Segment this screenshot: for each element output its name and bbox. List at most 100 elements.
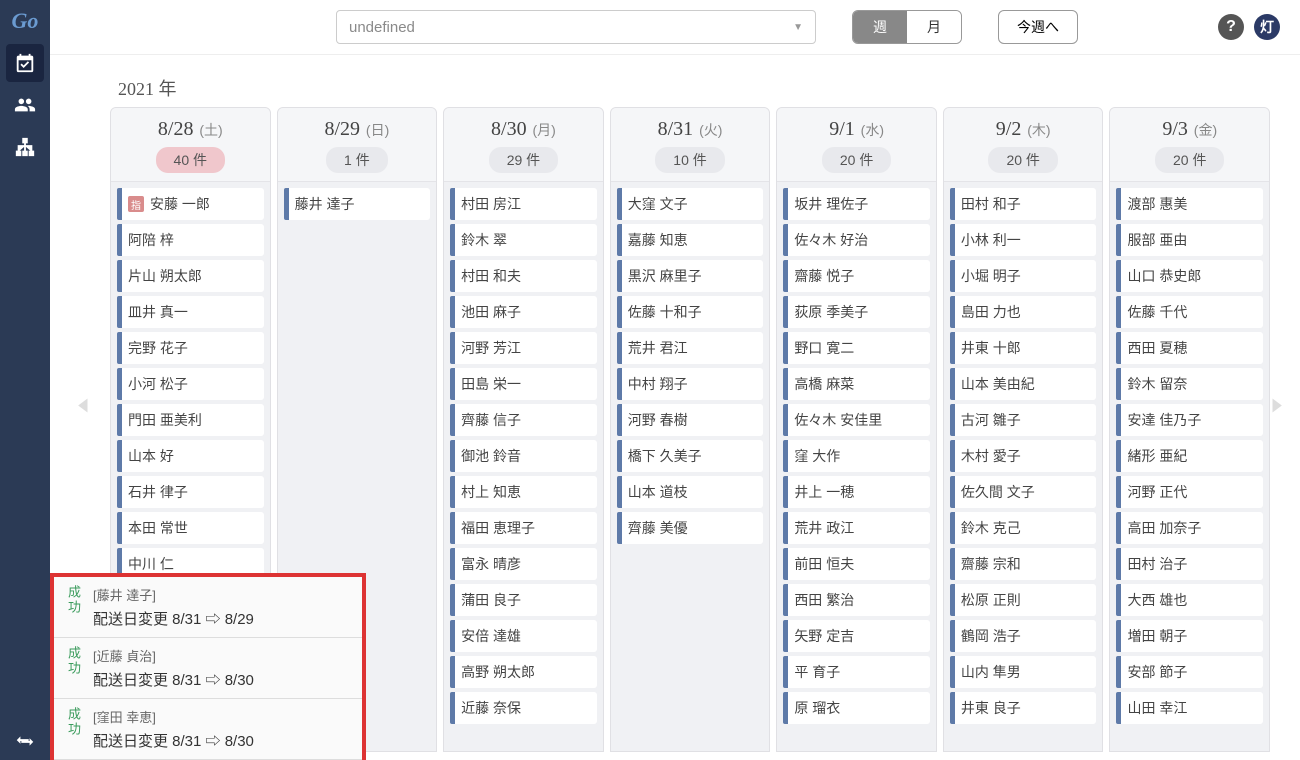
list-item[interactable]: 山口 恭史郎: [1116, 260, 1263, 292]
list-item[interactable]: 小河 松子: [117, 368, 264, 400]
help-icon[interactable]: ?: [1218, 14, 1244, 40]
list-item[interactable]: 阿陪 梓: [117, 224, 264, 256]
list-item[interactable]: 皿井 真一: [117, 296, 264, 328]
nav-swap[interactable]: [6, 722, 44, 760]
list-item[interactable]: 大窪 文子: [617, 188, 764, 220]
list-item[interactable]: 齋藤 悦子: [783, 260, 930, 292]
list-item[interactable]: 原 瑠衣: [783, 692, 930, 724]
list-item[interactable]: 田島 栄一: [450, 368, 597, 400]
list-item[interactable]: 池田 麻子: [450, 296, 597, 328]
list-item[interactable]: 平 育子: [783, 656, 930, 688]
day-count-badge: 20 件: [1155, 147, 1224, 173]
list-item[interactable]: 福田 恵理子: [450, 512, 597, 544]
list-item[interactable]: 佐々木 安佳里: [783, 404, 930, 436]
entry-bar: [617, 332, 622, 364]
filter-dropdown[interactable]: undefined ▼: [336, 10, 816, 44]
list-item[interactable]: 蒲田 良子: [450, 584, 597, 616]
list-item[interactable]: 山本 美由紀: [950, 368, 1097, 400]
list-item[interactable]: 小林 利一: [950, 224, 1097, 256]
list-item[interactable]: 安達 佳乃子: [1116, 404, 1263, 436]
list-item[interactable]: 安倍 達雄: [450, 620, 597, 652]
list-item[interactable]: 村上 知恵: [450, 476, 597, 508]
list-item[interactable]: 御池 鈴音: [450, 440, 597, 472]
list-item[interactable]: 村田 房江: [450, 188, 597, 220]
list-item[interactable]: 安部 節子: [1116, 656, 1263, 688]
list-item[interactable]: 井東 十郎: [950, 332, 1097, 364]
list-item[interactable]: 大西 雄也: [1116, 584, 1263, 616]
list-item[interactable]: 山本 道枝: [617, 476, 764, 508]
list-item[interactable]: 井上 一穂: [783, 476, 930, 508]
list-item[interactable]: 佐藤 十和子: [617, 296, 764, 328]
toast[interactable]: 成功[窪田 幸恵]配送日変更 8/31 ⇨ 8/30: [54, 699, 362, 760]
list-item[interactable]: 齊藤 美優: [617, 512, 764, 544]
entry-name: 佐々木 安佳里: [794, 410, 882, 430]
list-item[interactable]: 佐々木 好治: [783, 224, 930, 256]
list-item[interactable]: 片山 朔太郎: [117, 260, 264, 292]
list-item[interactable]: 河野 正代: [1116, 476, 1263, 508]
list-item[interactable]: 完野 花子: [117, 332, 264, 364]
list-item[interactable]: 坂井 理佐子: [783, 188, 930, 220]
nav-calendar[interactable]: [6, 44, 44, 82]
topbar: undefined ▼ 週 月 今週へ ? 灯: [50, 0, 1300, 55]
list-item[interactable]: 荻原 季美子: [783, 296, 930, 328]
list-item[interactable]: 鈴木 翠: [450, 224, 597, 256]
list-item[interactable]: 松原 正則: [950, 584, 1097, 616]
list-item[interactable]: 田村 治子: [1116, 548, 1263, 580]
list-item[interactable]: 高田 加奈子: [1116, 512, 1263, 544]
entry-bar: [117, 296, 122, 328]
list-item[interactable]: 河野 芳江: [450, 332, 597, 364]
list-item[interactable]: 鈴木 克己: [950, 512, 1097, 544]
list-item[interactable]: 齋藤 宗和: [950, 548, 1097, 580]
list-item[interactable]: 富永 晴彦: [450, 548, 597, 580]
toggle-week[interactable]: 週: [853, 11, 907, 43]
list-item[interactable]: 鈴木 留奈: [1116, 368, 1263, 400]
list-item[interactable]: 近藤 奈保: [450, 692, 597, 724]
list-item[interactable]: 山田 幸江: [1116, 692, 1263, 724]
list-item[interactable]: 西田 夏穂: [1116, 332, 1263, 364]
toast[interactable]: 成功[近藤 貞治]配送日変更 8/31 ⇨ 8/30: [54, 638, 362, 699]
list-item[interactable]: 西田 繁治: [783, 584, 930, 616]
list-item[interactable]: 渡部 惠美: [1116, 188, 1263, 220]
list-item[interactable]: 高橋 麻菜: [783, 368, 930, 400]
list-item[interactable]: 高野 朔太郎: [450, 656, 597, 688]
toast[interactable]: 成功[藤井 達子]配送日変更 8/31 ⇨ 8/29: [54, 577, 362, 638]
list-item[interactable]: 齊藤 信子: [450, 404, 597, 436]
list-item[interactable]: 前田 恒夫: [783, 548, 930, 580]
list-item[interactable]: 荒井 政江: [783, 512, 930, 544]
list-item[interactable]: 橋下 久美子: [617, 440, 764, 472]
nav-hierarchy[interactable]: [6, 128, 44, 166]
list-item[interactable]: 山内 隼男: [950, 656, 1097, 688]
list-item[interactable]: 佐久間 文子: [950, 476, 1097, 508]
list-item[interactable]: 嘉藤 知恵: [617, 224, 764, 256]
list-item[interactable]: 矢野 定吉: [783, 620, 930, 652]
list-item[interactable]: 小堀 明子: [950, 260, 1097, 292]
list-item[interactable]: 井東 良子: [950, 692, 1097, 724]
list-item[interactable]: 河野 春樹: [617, 404, 764, 436]
list-item[interactable]: 本田 常世: [117, 512, 264, 544]
list-item[interactable]: 服部 亜由: [1116, 224, 1263, 256]
prev-week[interactable]: [60, 375, 108, 440]
list-item[interactable]: 門田 亜美利: [117, 404, 264, 436]
list-item[interactable]: 石井 律子: [117, 476, 264, 508]
next-week[interactable]: [1252, 375, 1300, 440]
list-item[interactable]: 佐藤 千代: [1116, 296, 1263, 328]
today-button[interactable]: 今週へ: [998, 10, 1078, 44]
list-item[interactable]: 増田 朝子: [1116, 620, 1263, 652]
list-item[interactable]: 村田 和夫: [450, 260, 597, 292]
list-item[interactable]: 山本 好: [117, 440, 264, 472]
list-item[interactable]: 窪 大作: [783, 440, 930, 472]
list-item[interactable]: 古河 雛子: [950, 404, 1097, 436]
toggle-month[interactable]: 月: [907, 11, 961, 43]
list-item[interactable]: 緒形 亜紀: [1116, 440, 1263, 472]
list-item[interactable]: 黒沢 麻里子: [617, 260, 764, 292]
list-item[interactable]: 中村 翔子: [617, 368, 764, 400]
nav-users[interactable]: [6, 86, 44, 124]
list-item[interactable]: 木村 愛子: [950, 440, 1097, 472]
list-item[interactable]: 藤井 達子: [284, 188, 431, 220]
list-item[interactable]: 田村 和子: [950, 188, 1097, 220]
list-item[interactable]: 野口 寛二: [783, 332, 930, 364]
list-item[interactable]: 荒井 君江: [617, 332, 764, 364]
list-item[interactable]: 指安藤 一郎: [117, 188, 264, 220]
list-item[interactable]: 鶴岡 浩子: [950, 620, 1097, 652]
list-item[interactable]: 島田 力也: [950, 296, 1097, 328]
